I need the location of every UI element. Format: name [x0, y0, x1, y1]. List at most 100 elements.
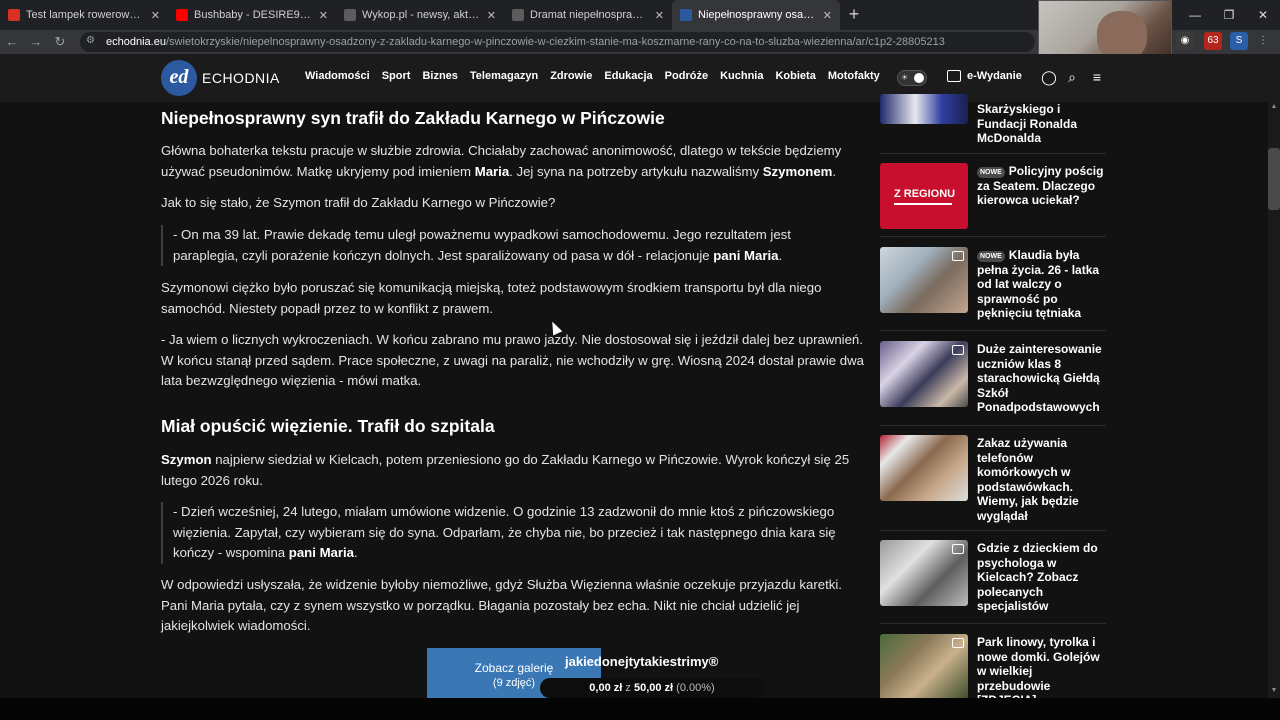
article-paragraph: W odpowiedzi usłyszała, że widzenie było…: [161, 577, 842, 633]
browser-tab-active[interactable]: Niepełnosprawny osadzony z Z ✕: [672, 0, 840, 30]
article-thumbnail: [880, 540, 968, 606]
reload-icon[interactable]: ↻: [48, 30, 72, 54]
camera-icon: [952, 544, 964, 554]
scroll-up-icon[interactable]: ▲: [1268, 102, 1280, 112]
site-logo[interactable]: ed ECHODNIA: [161, 60, 280, 96]
tab-favicon: [8, 9, 20, 21]
extension-icon[interactable]: ◉: [1176, 32, 1194, 50]
logo-text: ECHODNIA: [202, 70, 280, 86]
nav-biznes[interactable]: Biznes: [422, 70, 457, 82]
goal-separator: z: [625, 682, 631, 694]
nav-podroze[interactable]: Podróże: [665, 70, 708, 82]
nav-motofakty[interactable]: Motofakty: [828, 70, 880, 82]
tab-title: Bushbaby - DESIRE96 - YouTub: [194, 9, 313, 21]
newspaper-icon: [947, 70, 961, 82]
camera-icon: [952, 345, 964, 355]
site-header: ed ECHODNIA Wiadomości Sport Biznes Tele…: [0, 54, 1280, 102]
related-article-title: Park linowy, tyrolka i nowe domki. Golej…: [977, 635, 1100, 707]
close-tab-icon[interactable]: ✕: [319, 9, 328, 22]
forward-icon[interactable]: →: [24, 30, 48, 54]
url-path: /swietokrzyskie/niepelnosprawny-osadzony…: [165, 36, 945, 48]
article-quote: - Dzień wcześniej, 24 lutego, miałam umó…: [161, 502, 851, 564]
related-article-title: NOWE Klaudia była pełna życia. 26 - latka…: [977, 248, 1100, 320]
article-thumbnail: [880, 435, 968, 501]
ewydanie-label: e-Wydanie: [967, 70, 1022, 82]
site-info-icon[interactable]: ⚙: [86, 35, 100, 49]
camera-icon: [952, 251, 964, 261]
back-icon[interactable]: ←: [0, 30, 24, 54]
article-thumbnail: [880, 341, 968, 407]
related-article-title: Skarżyskiego i Fundacji Ronalda McDonald…: [977, 102, 1078, 145]
section-heading: Niepełnosprawny syn trafił do Zakładu Ka…: [161, 108, 665, 128]
goal-target: 50,00 zł: [633, 682, 674, 694]
extension-icon[interactable]: S: [1230, 32, 1248, 50]
article-quote: - On ma 39 lat. Prawie dekadę temu uległ…: [161, 225, 806, 266]
nav-telemagazyn[interactable]: Telemagazyn: [470, 70, 538, 82]
browser-tab[interactable]: Bushbaby - DESIRE96 - YouTub ✕: [168, 0, 336, 30]
stream-goal-title: jakiedonejtytakiestrimy®: [565, 654, 719, 669]
article-thumbnail: [880, 94, 968, 124]
extension-badge-icon[interactable]: 63: [1204, 32, 1222, 50]
nav-sport[interactable]: Sport: [382, 70, 411, 82]
browser-tab[interactable]: Wykop.pl - newsy, aktualności, g ✕: [336, 0, 504, 30]
tab-title: Niepełnosprawny osadzony z Z: [698, 9, 817, 21]
search-icon[interactable]: ⌕: [1063, 68, 1081, 86]
tab-title: Test lampek rowerowych – poz: [26, 9, 145, 21]
minimize-button[interactable]: —: [1178, 0, 1212, 30]
main-nav: Wiadomości Sport Biznes Telemagazyn Zdro…: [305, 70, 892, 82]
close-window-button[interactable]: ✕: [1246, 0, 1280, 30]
new-tab-button[interactable]: +: [842, 3, 866, 27]
thumbnail-caption: Z REGIONU: [894, 188, 956, 200]
tab-favicon: [176, 9, 188, 21]
tab-favicon: [344, 9, 356, 21]
related-article-title: Zakaz używania telefonów komórkowych w p…: [977, 436, 1079, 523]
new-badge: NOWE: [977, 167, 1005, 178]
new-badge: NOWE: [977, 251, 1005, 262]
account-icon[interactable]: ◯: [1040, 68, 1058, 86]
address-bar[interactable]: ⚙ echodnia.eu /swietokrzyskie/niepelnosp…: [80, 32, 1035, 52]
article-paragraph: Szymon najpierw siedział w Kielcach, pot…: [161, 452, 850, 488]
nav-edukacja[interactable]: Edukacja: [604, 70, 652, 82]
camera-icon: [952, 638, 964, 648]
theme-toggle[interactable]: ☀: [897, 70, 927, 86]
scroll-down-icon[interactable]: ▼: [1268, 686, 1280, 696]
bottom-bar: [0, 698, 1280, 720]
nav-wiadomosci[interactable]: Wiadomości: [305, 70, 370, 82]
article-paragraph: Główna bohaterka tekstu pracuje w służbi…: [161, 143, 842, 179]
window-controls: — ❐ ✕: [1178, 0, 1280, 30]
ewydanie-link[interactable]: e-Wydanie: [947, 70, 1022, 82]
related-article-title: Duże zainteresowanie uczniów klas 8 star…: [977, 342, 1102, 414]
browser-tab[interactable]: Test lampek rowerowych – poz ✕: [0, 0, 168, 30]
stream-goal-bar: 0,00 zł z 50,00 zł (0.00%): [540, 678, 764, 698]
section-heading: Miał opuścić więzienie. Trafił do szpita…: [161, 416, 495, 436]
related-article-title: Gdzie z dzieckiem do psychologa w Kielca…: [977, 541, 1098, 613]
close-tab-icon[interactable]: ✕: [487, 9, 496, 22]
goal-percent: (0.00%): [676, 682, 715, 694]
close-tab-icon[interactable]: ✕: [655, 9, 664, 22]
article-thumbnail: [880, 247, 968, 313]
close-tab-icon[interactable]: ✕: [823, 9, 832, 22]
close-tab-icon[interactable]: ✕: [151, 9, 160, 22]
article-paragraph: - Ja wiem o licznych wykroczeniach. W ko…: [161, 332, 864, 388]
tab-favicon: [512, 9, 524, 21]
hamburger-menu-icon[interactable]: ≡: [1088, 68, 1106, 86]
related-article-title: NOWE Policyjny pościg za Seatem. Dlaczego…: [977, 164, 1104, 207]
nav-zdrowie[interactable]: Zdrowie: [550, 70, 592, 82]
article-thumbnail: Z REGIONU: [880, 163, 968, 229]
browser-menu-icon[interactable]: ⋮: [1254, 32, 1272, 50]
nav-kobieta[interactable]: Kobieta: [775, 70, 815, 82]
browser-tab[interactable]: Dramat niepełnosprawnego w Z ✕: [504, 0, 672, 30]
tab-title: Dramat niepełnosprawnego w Z: [530, 9, 649, 21]
maximize-button[interactable]: ❐: [1212, 0, 1246, 30]
article-paragraph: Jak to się stało, że Szymon trafił do Za…: [161, 195, 556, 210]
article-thumbnail: [880, 634, 968, 700]
logo-mark: ed: [161, 60, 197, 96]
tab-favicon: [680, 9, 692, 21]
article-paragraph: Szymonowi ciężko było poruszać się komun…: [161, 280, 822, 316]
scrollbar-thumb[interactable]: [1268, 148, 1280, 210]
url-host: echodnia.eu: [106, 36, 166, 48]
goal-current: 0,00 zł: [589, 682, 623, 694]
sun-icon: ☀: [901, 73, 909, 82]
nav-kuchnia[interactable]: Kuchnia: [720, 70, 763, 82]
tab-title: Wykop.pl - newsy, aktualności, g: [362, 9, 481, 21]
